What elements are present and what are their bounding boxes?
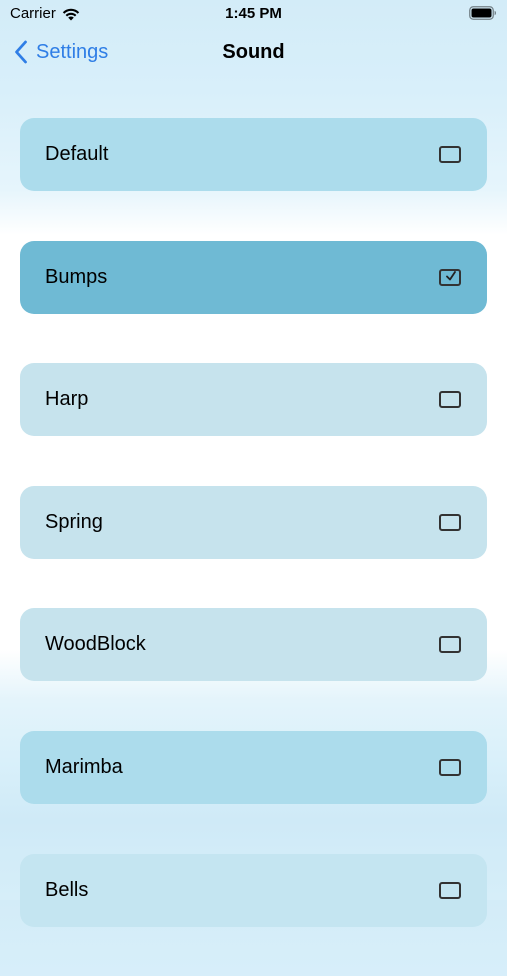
checkbox[interactable]	[439, 758, 461, 776]
checkbox[interactable]	[439, 513, 461, 531]
checkbox[interactable]	[439, 636, 461, 654]
sound-option-label: Harp	[45, 388, 89, 411]
sound-option-label: Default	[45, 143, 109, 165]
battery-icon	[469, 6, 497, 20]
page-title: Sound	[222, 41, 285, 63]
checkbox[interactable]	[439, 268, 461, 286]
sound-option-label: Marimba	[45, 755, 123, 778]
status-time: 1:45 PM	[225, 5, 282, 22]
sound-option-default[interactable]: Default	[20, 118, 487, 191]
navigation-bar: Settings Sound	[0, 30, 507, 76]
sound-option-harp[interactable]: Harp	[20, 363, 487, 437]
sound-option-label: Bumps	[45, 265, 108, 288]
checkbox[interactable]	[439, 881, 461, 899]
checkmark-icon	[446, 270, 456, 280]
sound-options-list: Default Bumps Harp Spring WoodBlock Mari…	[20, 118, 487, 976]
sound-option-woodblock[interactable]: WoodBlock	[20, 608, 487, 682]
checkbox[interactable]	[439, 391, 461, 409]
sound-option-label: WoodBlock	[45, 633, 146, 656]
sound-option-bumps[interactable]: Bumps	[20, 240, 487, 314]
checkbox[interactable]	[439, 146, 461, 163]
sound-option-label: Bells	[45, 878, 89, 901]
sound-option-marimba[interactable]: Marimba	[20, 730, 487, 804]
status-bar: Carrier 1:45 PM	[0, 0, 507, 28]
sound-option-label: Spring	[45, 510, 103, 533]
sound-option-bells[interactable]: Bells	[20, 853, 487, 927]
sound-option-spring[interactable]: Spring	[20, 485, 487, 559]
